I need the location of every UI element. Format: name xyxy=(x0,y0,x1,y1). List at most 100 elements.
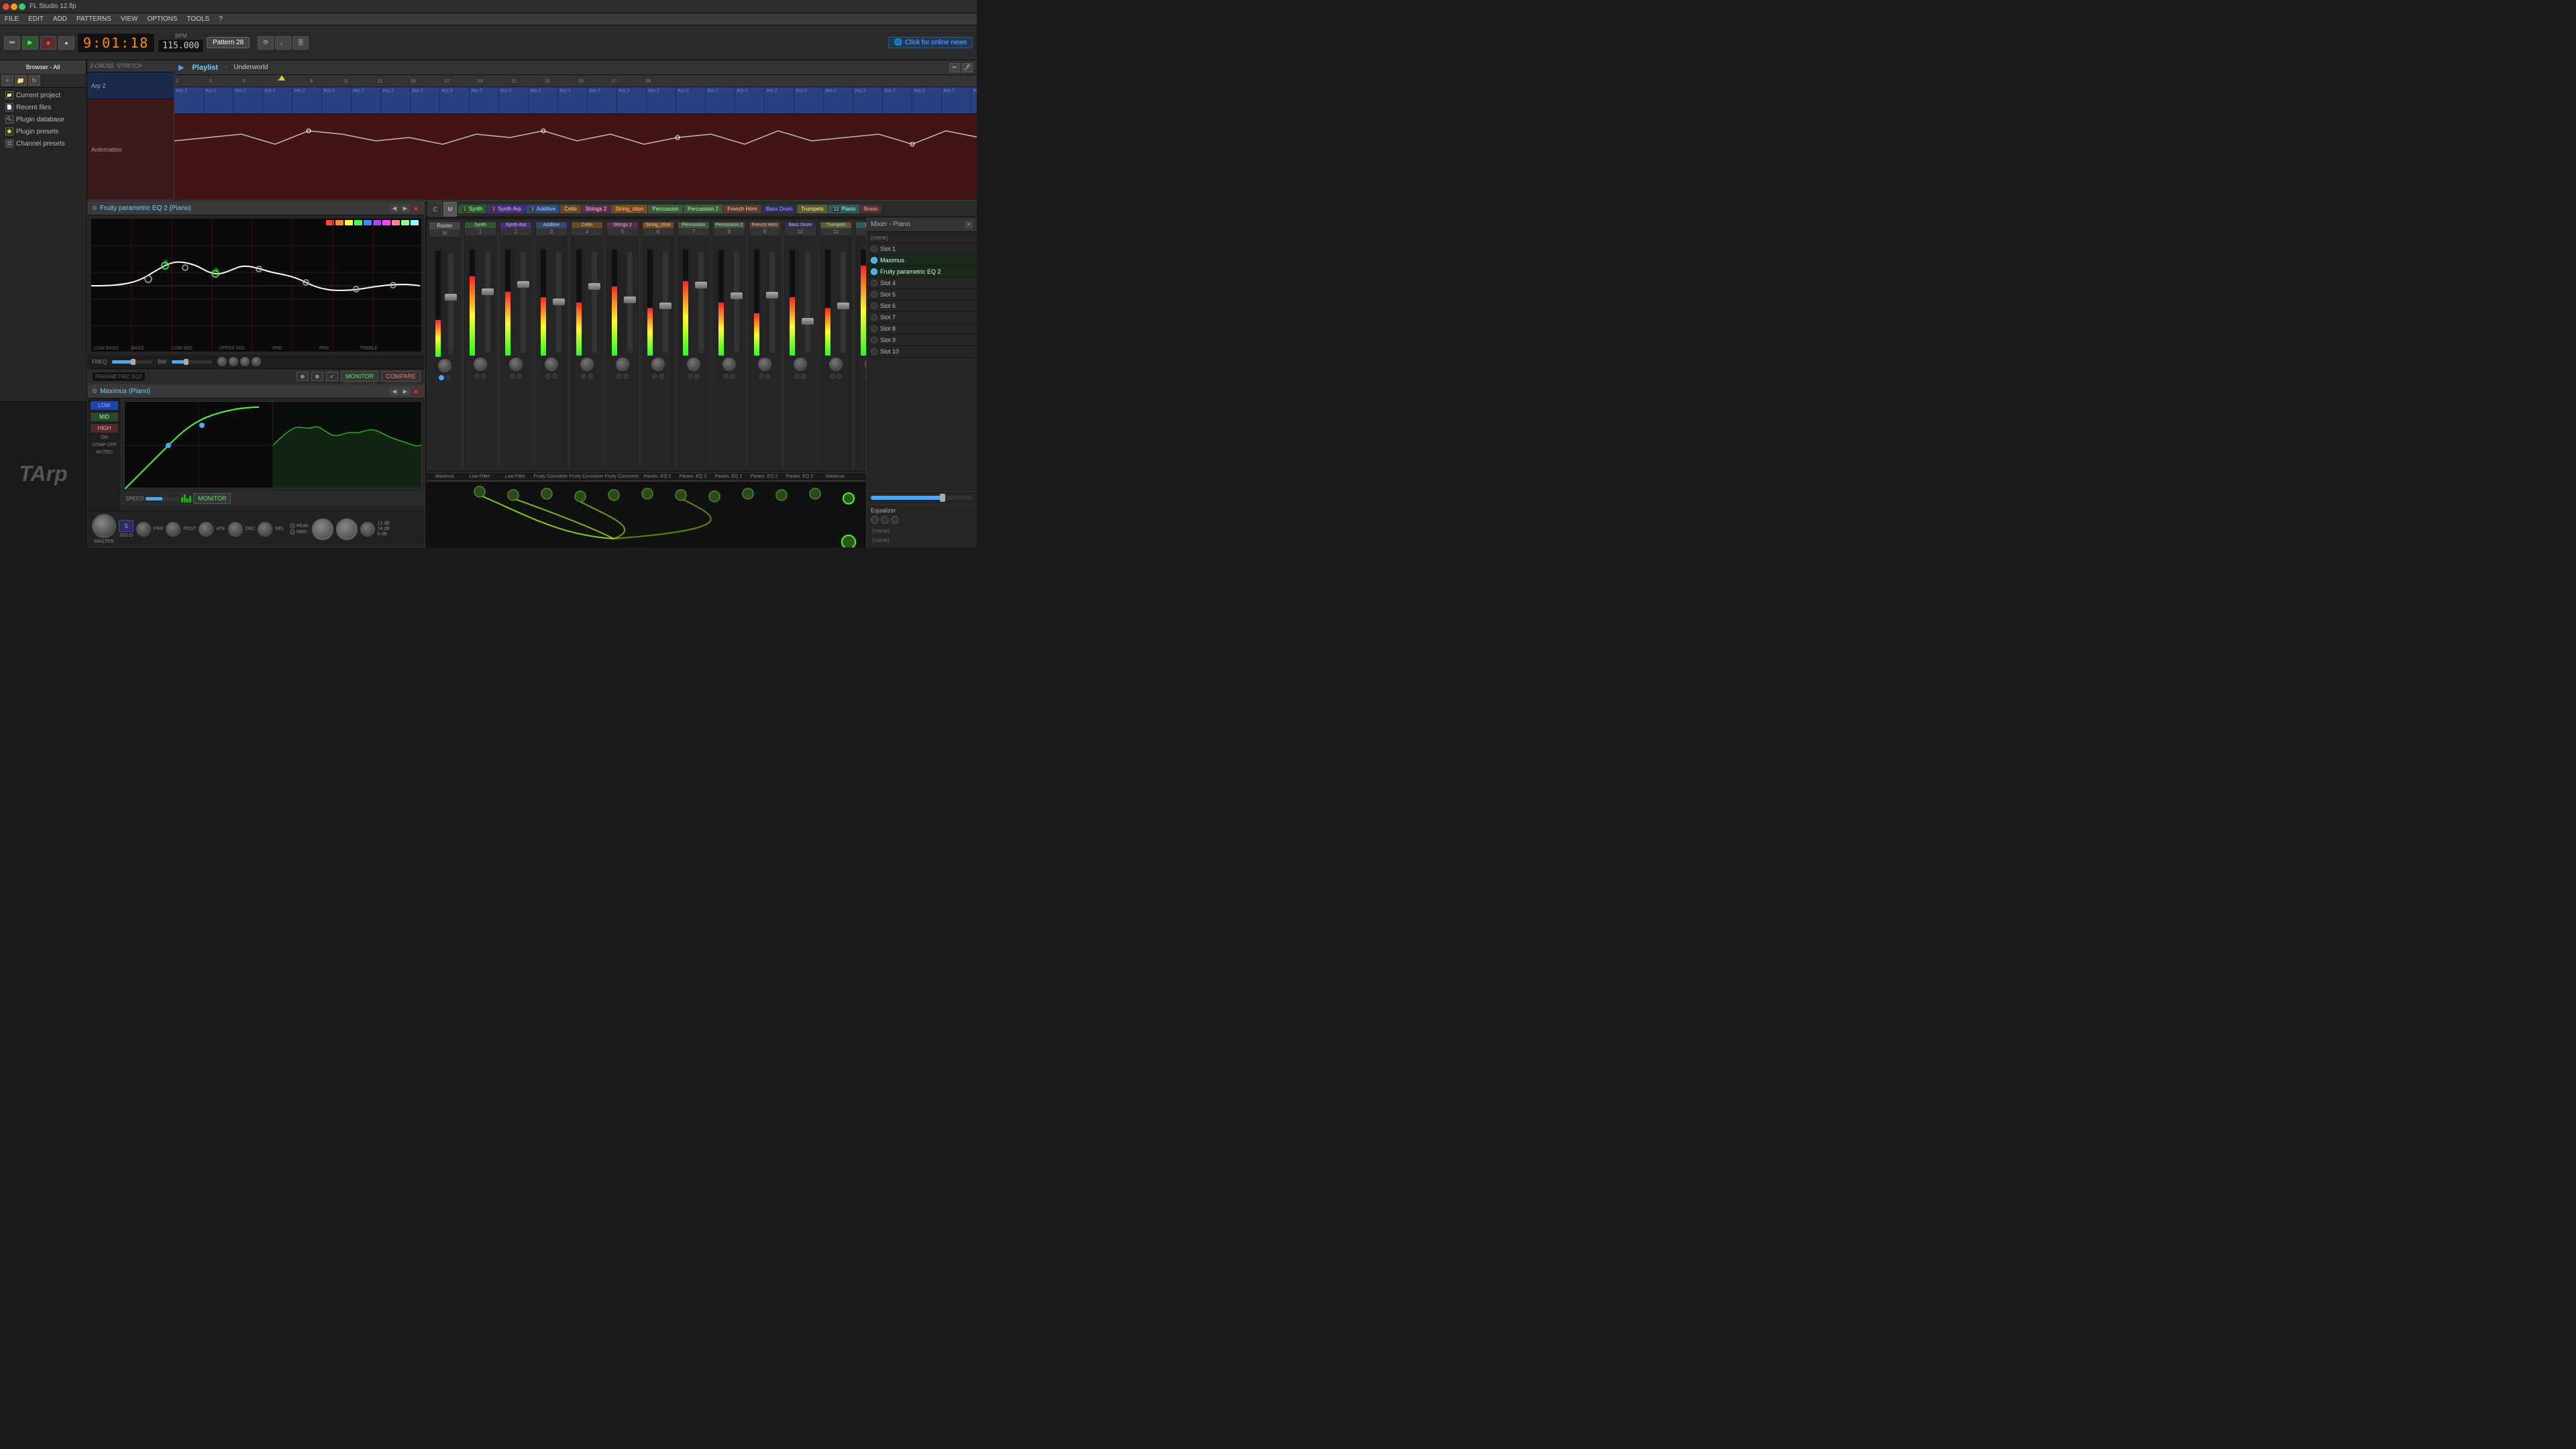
playlist-tool-1[interactable]: ✂ xyxy=(949,63,960,72)
mixer-button[interactable]: 🎚 xyxy=(292,36,309,50)
rms-led[interactable] xyxy=(290,529,295,535)
rewind-button[interactable]: ⏮ xyxy=(4,36,20,50)
ch-11-led-2[interactable] xyxy=(837,374,842,379)
fx-slot-none[interactable]: (none) xyxy=(867,232,977,244)
ch-8-pan[interactable] xyxy=(722,358,736,371)
menu-options[interactable]: OPTIONS xyxy=(145,15,179,23)
ch-8-fader-track[interactable] xyxy=(734,252,739,353)
ch-tab-strings[interactable]: Strings 2 xyxy=(582,205,611,213)
ch-8-led-2[interactable] xyxy=(730,374,735,379)
eq-band-knob-4[interactable] xyxy=(252,357,261,366)
ch-11-pan[interactable] xyxy=(829,358,843,371)
ch-6-pan[interactable] xyxy=(651,358,665,371)
ch-master-pan[interactable] xyxy=(438,359,451,372)
ch-9-fader-knob[interactable] xyxy=(766,292,778,299)
stop-button[interactable]: ■ xyxy=(40,36,56,50)
ch-4-pan[interactable] xyxy=(580,358,594,371)
minimize-icon[interactable] xyxy=(11,3,17,10)
sidebar-item-current-project[interactable]: 📁 Current project xyxy=(1,89,85,101)
ch-2-pan[interactable] xyxy=(509,358,523,371)
post-knob[interactable] xyxy=(166,522,180,537)
ch-tab-percussion[interactable]: Percussion xyxy=(648,205,683,213)
thresh-knob[interactable] xyxy=(312,519,333,540)
ch-6-fader-track[interactable] xyxy=(663,252,668,353)
loop-button[interactable]: ⟳ xyxy=(258,36,274,50)
menu-patterns[interactable]: PATTERNS xyxy=(74,15,113,23)
menu-tools[interactable]: TOOLS xyxy=(184,15,211,23)
ch-10-fader-knob[interactable] xyxy=(802,318,814,325)
ch-10-led-2[interactable] xyxy=(801,374,806,379)
ch-tab-trumpets[interactable]: Trumpets xyxy=(797,205,828,213)
ch-9-led-2[interactable] xyxy=(765,374,771,379)
band-high[interactable]: HIGH xyxy=(91,424,118,433)
maximize-icon[interactable] xyxy=(19,3,25,10)
eq-arrow-right[interactable]: ▶ xyxy=(400,205,410,213)
ch-3-fader-knob[interactable] xyxy=(553,299,565,305)
maximus-arrow-left[interactable]: ◀ xyxy=(390,388,399,396)
sidebar-item-recent-files[interactable]: 📄 Recent files xyxy=(1,101,85,113)
ch-4-fader-knob[interactable] xyxy=(588,283,600,290)
play-button[interactable]: ▶ xyxy=(22,36,38,50)
ch-master-fader-track[interactable] xyxy=(448,254,453,354)
ch-2-led-2[interactable] xyxy=(517,374,522,379)
solo-button[interactable]: S xyxy=(119,520,133,532)
close-icon[interactable] xyxy=(3,3,9,10)
ch-8-led-1[interactable] xyxy=(723,374,729,379)
menu-view[interactable]: VIEW xyxy=(119,15,140,23)
fx-slot-maximus[interactable]: Maximus xyxy=(867,255,977,266)
fx-slot-8[interactable]: Slot 8 xyxy=(867,323,977,335)
ch-4-fader-track[interactable] xyxy=(592,252,597,353)
ch-4-led-2[interactable] xyxy=(588,374,593,379)
eq-control-1[interactable] xyxy=(871,516,879,524)
ch-2-led-1[interactable] xyxy=(510,374,515,379)
ch-master-fader-knob[interactable] xyxy=(445,294,457,301)
menu-add[interactable]: ADD xyxy=(51,15,69,23)
menu-help[interactable]: ? xyxy=(217,15,225,23)
m-button[interactable]: M xyxy=(443,202,457,217)
band-knob[interactable] xyxy=(336,519,358,540)
sidebar-item-channel-presets[interactable]: 🎛 Channel presets xyxy=(1,138,85,150)
fx-slot-4[interactable]: Slot 4 xyxy=(867,278,977,289)
maximus-monitor-button[interactable]: MONITOR xyxy=(193,493,231,504)
ch-master-led-2[interactable] xyxy=(445,375,451,380)
fx-slot-1[interactable]: Slot 1 xyxy=(867,244,977,255)
fx-slot-eq2[interactable]: Fruity parametric EQ 2 xyxy=(867,266,977,278)
ch-7-fader-track[interactable] xyxy=(698,252,704,353)
peak-led[interactable] xyxy=(290,523,295,529)
ch-5-led-2[interactable] xyxy=(623,374,629,379)
sidebar-tool-refresh[interactable]: ↻ xyxy=(28,75,40,86)
ch-11-fader-track[interactable] xyxy=(841,252,846,353)
ch-5-fader-knob[interactable] xyxy=(624,297,636,303)
ch-6-fader-knob[interactable] xyxy=(659,303,672,309)
fx-slot-5[interactable]: Slot 5 xyxy=(867,289,977,301)
ch-tab-cello[interactable]: Cello xyxy=(560,205,580,213)
eq-control-3[interactable] xyxy=(891,516,899,524)
playlist-tool-2[interactable]: 🖊 xyxy=(962,63,973,72)
eq-monitor-button[interactable]: MONITOR xyxy=(341,371,378,382)
ch-7-pan[interactable] xyxy=(687,358,700,371)
master-vol-slider[interactable] xyxy=(871,496,973,500)
release-knob2[interactable] xyxy=(360,522,375,537)
eq-freq-slider[interactable] xyxy=(112,360,152,364)
atk-knob[interactable] xyxy=(199,522,213,537)
master-vol-thumb[interactable] xyxy=(940,494,945,502)
ch-3-led-1[interactable] xyxy=(545,374,551,379)
ch-1-led-1[interactable] xyxy=(474,374,480,379)
ch-8-fader-knob[interactable] xyxy=(731,292,743,299)
online-news-banner[interactable]: 🌐 Click for online news xyxy=(888,37,973,48)
browser-tab[interactable]: Browser - All xyxy=(0,60,87,74)
ch-9-fader-track[interactable] xyxy=(769,252,775,353)
ch-tab-bass-drum[interactable]: Bass Drum xyxy=(762,205,797,213)
ch-7-led-2[interactable] xyxy=(694,374,700,379)
eq-mode-btn-3[interactable]: ✓ xyxy=(326,372,338,381)
ch-5-fader-track[interactable] xyxy=(627,252,633,353)
sidebar-item-plugin-database[interactable]: 🔌 Plugin database xyxy=(1,113,85,125)
ch-11-fader-knob[interactable] xyxy=(837,303,849,309)
ch-tab-brass[interactable]: Brass xyxy=(860,205,881,213)
eq-mode-btn-1[interactable]: ⊕ xyxy=(297,372,309,381)
pattern-button[interactable]: Pattern 28 xyxy=(207,37,250,48)
ch-tab-synth[interactable]: 1Synth xyxy=(458,205,486,213)
ch-1-fader-knob[interactable] xyxy=(482,288,494,295)
ch-5-pan[interactable] xyxy=(616,358,629,371)
ch-tab-syntharp[interactable]: 2Synth Arp xyxy=(487,205,525,213)
